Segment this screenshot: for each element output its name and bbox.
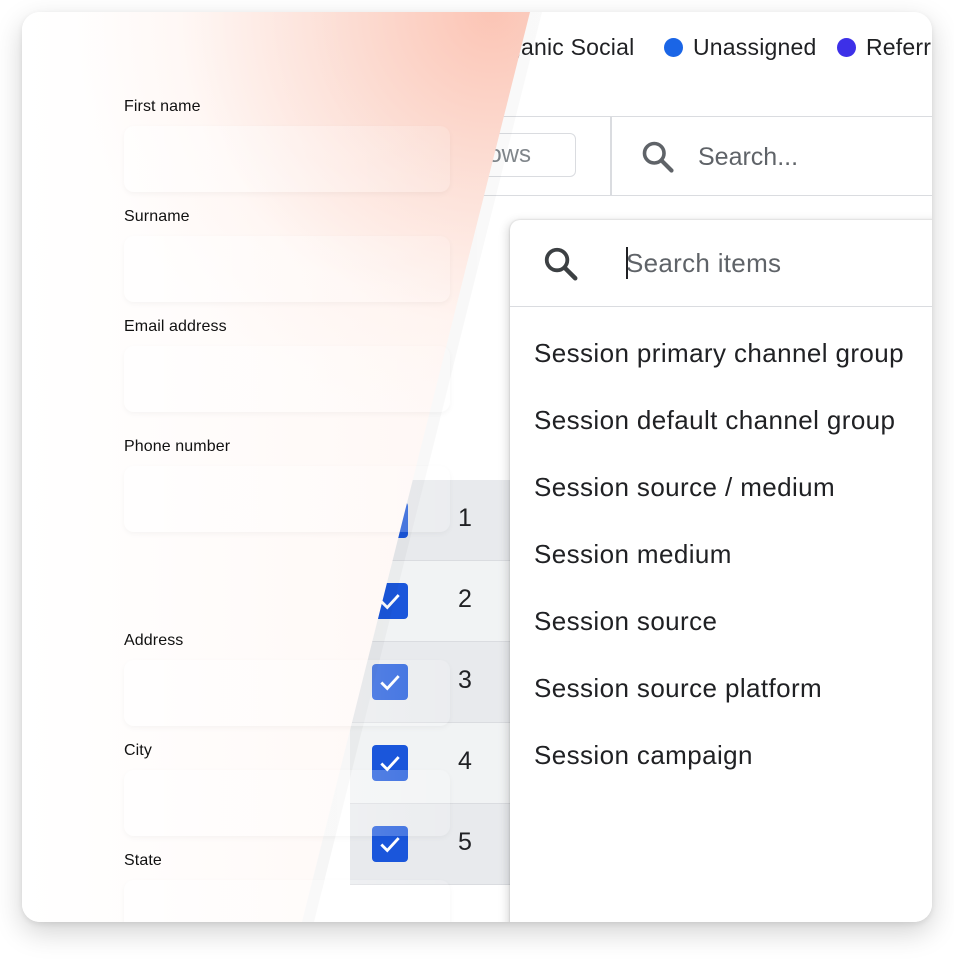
- address-field[interactable]: [124, 660, 450, 726]
- surname-label: Surname: [124, 208, 190, 225]
- email-label: Email address: [124, 318, 227, 335]
- city-field[interactable]: [124, 770, 450, 836]
- state-field[interactable]: [124, 880, 450, 922]
- contact-form: First name Surname Email address Phone n…: [22, 12, 932, 922]
- screenshot-card: ganic Social Unassigned Referra ows Sear…: [22, 12, 932, 922]
- state-label: State: [124, 852, 162, 869]
- first-name-label: First name: [124, 98, 201, 115]
- phone-label: Phone number: [124, 438, 231, 455]
- city-label: City: [124, 742, 152, 759]
- phone-field[interactable]: [124, 466, 450, 532]
- address-label: Address: [124, 632, 184, 649]
- surname-field[interactable]: [124, 236, 450, 302]
- first-name-field[interactable]: [124, 126, 450, 192]
- email-field[interactable]: [124, 346, 450, 412]
